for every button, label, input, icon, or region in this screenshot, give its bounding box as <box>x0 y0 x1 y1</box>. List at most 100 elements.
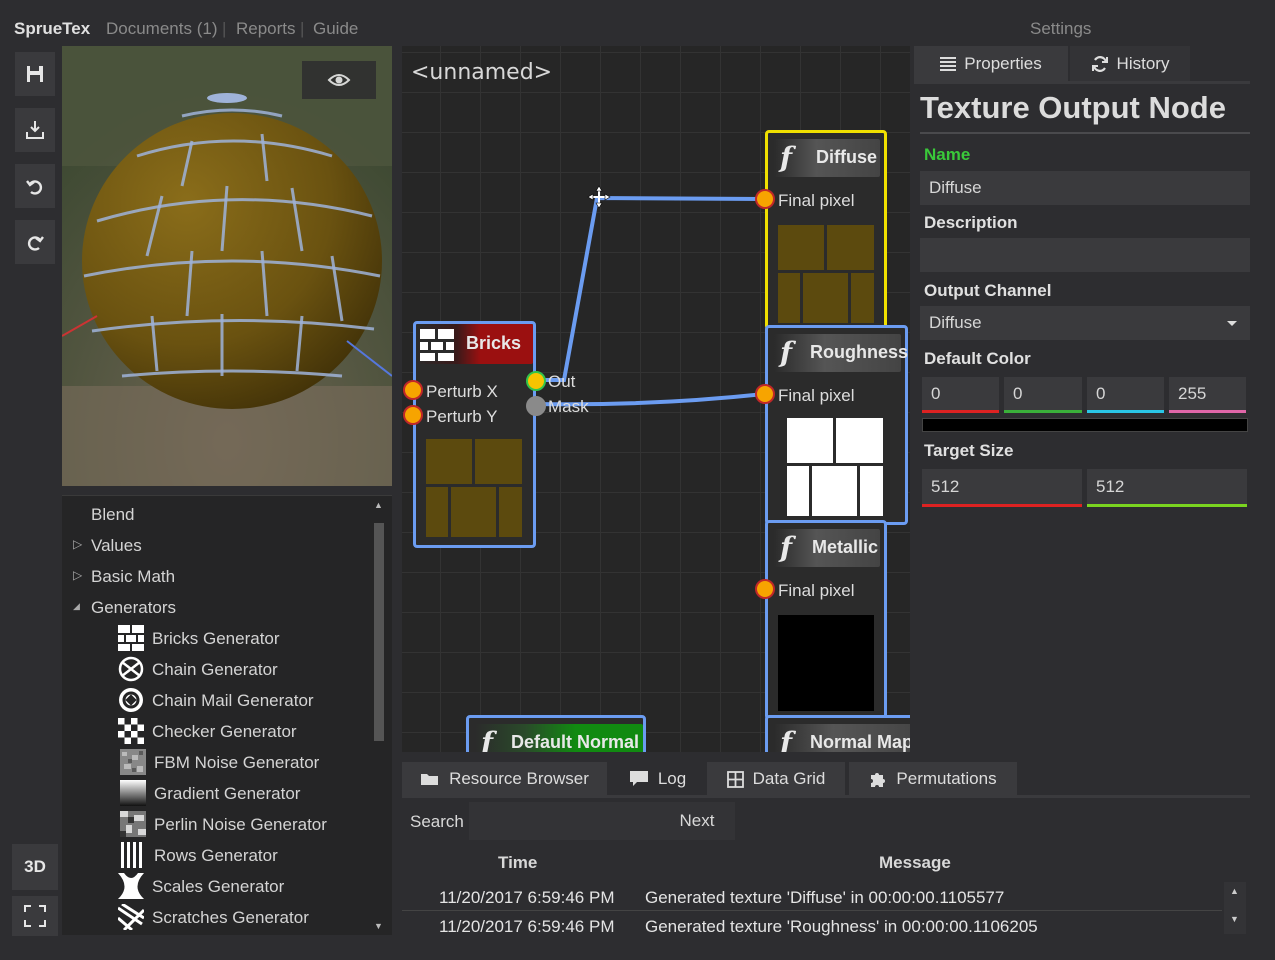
generator-item-chain-mail[interactable]: Chain Mail Generator <box>152 691 314 711</box>
tab-history-label: History <box>1116 53 1170 73</box>
color-red-field[interactable]: 0 <box>922 377 999 413</box>
export-button[interactable] <box>15 108 55 152</box>
generator-item-scratches[interactable]: Scratches Generator <box>152 908 309 928</box>
palette-scrollbar[interactable]: ▲ ▼ <box>373 500 387 934</box>
port-mask-output[interactable] <box>526 396 546 416</box>
function-icon: f <box>780 141 793 174</box>
node-roughness-header[interactable]: f Roughness <box>774 334 908 372</box>
tab-resource-browser-label: Resource Browser <box>449 769 589 788</box>
tab-properties[interactable]: Properties <box>914 46 1068 81</box>
generator-item-gradient[interactable]: Gradient Generator <box>154 784 300 804</box>
metallic-preview-image <box>778 615 874 711</box>
port-label-perturb-y: Perturb Y <box>426 407 498 426</box>
column-header-message[interactable]: Message <box>879 853 951 873</box>
fullscreen-button[interactable] <box>12 896 58 936</box>
move-cursor-icon <box>587 185 611 209</box>
palette-category-generators[interactable]: Generators <box>91 598 176 618</box>
node-roughness-title: Roughness <box>810 342 909 362</box>
node-bricks-header[interactable]: Bricks <box>416 324 533 364</box>
scrollbar-thumb[interactable] <box>374 523 384 741</box>
tab-data-grid[interactable]: Data Grid <box>707 762 845 796</box>
next-button[interactable]: Next <box>659 802 735 840</box>
tab-resource-browser[interactable]: Resource Browser <box>402 762 607 796</box>
node-graph-canvas[interactable]: <unnamed> Bricks Perturb X Perturb Y Out… <box>402 46 910 752</box>
collapse-arrow-icon[interactable]: ◢ <box>73 601 80 612</box>
3d-mode-button[interactable]: 3D <box>12 844 58 890</box>
port-perturb-y-input[interactable] <box>403 405 423 425</box>
node-roughness[interactable]: f Roughness Final pixel <box>765 325 908 525</box>
scroll-down-icon[interactable]: ▼ <box>374 921 383 931</box>
bricks-preview-image <box>426 439 522 537</box>
color-blue-field[interactable]: 0 <box>1087 377 1164 413</box>
tab-permutations-label: Permutations <box>896 769 997 788</box>
description-field[interactable] <box>920 238 1250 272</box>
node-metallic[interactable]: f Metallic Final pixel <box>765 520 887 720</box>
menu-settings[interactable]: Settings <box>1030 19 1091 39</box>
generator-item-fbm-noise[interactable]: FBM Noise Generator <box>154 753 319 773</box>
redo-button[interactable] <box>15 220 55 264</box>
list-icon <box>940 56 957 71</box>
refresh-icon <box>1091 55 1108 72</box>
target-width-field[interactable]: 512 <box>922 469 1082 507</box>
generator-item-scales[interactable]: Scales Generator <box>152 877 284 897</box>
undo-button[interactable] <box>15 164 55 208</box>
generator-item-chain[interactable]: Chain Generator <box>152 660 278 680</box>
palette-category-values[interactable]: Values <box>91 536 142 556</box>
port-perturb-x-input[interactable] <box>403 380 423 400</box>
tab-log[interactable]: Log <box>611 762 704 796</box>
node-default-normal-header[interactable]: f Default Normal <box>475 724 643 752</box>
node-bricks[interactable]: Bricks Perturb X Perturb Y <box>413 321 536 548</box>
target-height-field[interactable]: 512 <box>1087 469 1247 507</box>
save-button[interactable] <box>15 52 55 96</box>
generator-item-bricks[interactable]: Bricks Generator <box>152 629 280 649</box>
color-alpha-field[interactable]: 255 <box>1169 377 1246 413</box>
undo-icon <box>26 180 43 195</box>
preview-render <box>62 46 392 486</box>
name-field[interactable]: Diffuse <box>920 171 1250 205</box>
search-input[interactable] <box>469 802 659 840</box>
column-header-time[interactable]: Time <box>498 853 537 873</box>
color-swatch[interactable] <box>922 418 1248 432</box>
port-roughness-final-pixel[interactable] <box>755 384 775 404</box>
table-row[interactable]: 11/20/2017 6:59:46 PM Generated texture … <box>402 878 1222 910</box>
tab-underline <box>914 81 1250 84</box>
checker-icon <box>118 718 144 744</box>
generator-item-checker[interactable]: Checker Generator <box>152 722 297 742</box>
expand-arrow-icon[interactable]: ▷ <box>73 537 82 551</box>
tab-permutations[interactable]: Permutations <box>849 762 1017 796</box>
table-row[interactable]: 11/20/2017 6:59:46 PM Generated texture … <box>402 911 1222 943</box>
function-icon: f <box>780 531 793 564</box>
port-label-mask: Mask <box>548 397 589 416</box>
panel-header: Texture Output Node <box>920 90 1226 125</box>
port-diffuse-final-pixel[interactable] <box>755 189 775 209</box>
eye-icon <box>327 74 351 86</box>
expand-arrow-icon[interactable]: ▷ <box>73 568 82 582</box>
scroll-down-icon[interactable]: ▼ <box>1230 914 1239 924</box>
scroll-up-icon[interactable]: ▲ <box>374 500 383 510</box>
menu-guide[interactable]: Guide <box>313 19 358 39</box>
menu-reports[interactable]: Reports <box>236 19 296 39</box>
generator-item-rows[interactable]: Rows Generator <box>154 846 278 866</box>
visibility-toggle-button[interactable] <box>302 61 376 99</box>
log-scrollbar[interactable]: ▲ ▼ <box>1224 882 1246 934</box>
node-metallic-header[interactable]: f Metallic <box>774 529 880 567</box>
palette-category-basic-math[interactable]: Basic Math <box>91 567 175 587</box>
node-normal-map-header[interactable]: f Normal Map <box>774 724 910 752</box>
node-normal-map[interactable]: f Normal Map <box>765 715 910 752</box>
left-toolbar: 3D <box>0 46 62 960</box>
menu-documents[interactable]: Documents (1) <box>106 19 217 39</box>
3d-viewport[interactable] <box>62 46 392 486</box>
output-channel-select[interactable]: Diffuse <box>920 306 1250 340</box>
port-metallic-final-pixel[interactable] <box>755 579 775 599</box>
node-diffuse-header[interactable]: f Diffuse <box>774 139 880 177</box>
scroll-up-icon[interactable]: ▲ <box>1230 886 1239 896</box>
palette-category-blend[interactable]: Blend <box>91 505 134 525</box>
tab-history[interactable]: History <box>1070 46 1190 81</box>
color-green-field[interactable]: 0 <box>1004 377 1082 413</box>
node-diffuse[interactable]: f Diffuse Final pixel <box>765 130 887 330</box>
bricks-icon <box>118 625 144 651</box>
port-out-output[interactable] <box>526 371 546 391</box>
generator-item-perlin-noise[interactable]: Perlin Noise Generator <box>154 815 327 835</box>
node-default-normal[interactable]: f Default Normal <box>466 715 646 752</box>
log-time: 11/20/2017 6:59:46 PM <box>439 888 615 907</box>
